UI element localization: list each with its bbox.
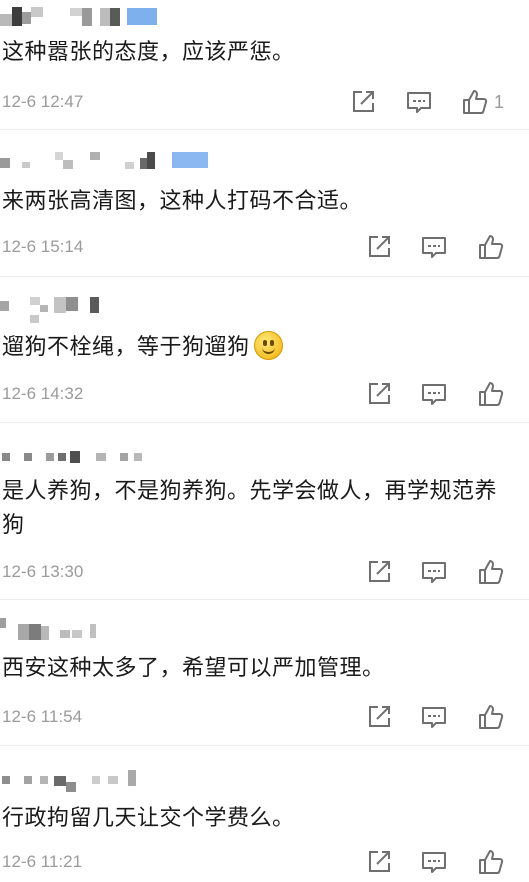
thumbs-up-icon xyxy=(479,850,504,874)
thumbs-up-icon xyxy=(479,560,504,584)
comment-icon xyxy=(422,237,446,258)
share-icon xyxy=(353,91,374,112)
share-icon xyxy=(369,851,390,872)
share-icon xyxy=(369,236,390,257)
like-button[interactable] xyxy=(477,558,505,586)
comment-time: 12-6 12:47 xyxy=(2,92,84,111)
share-icon xyxy=(369,561,390,582)
share-button[interactable] xyxy=(365,380,393,408)
thumbs-up-icon xyxy=(479,235,504,259)
blurred-username[interactable] xyxy=(0,618,300,650)
comment-button[interactable] xyxy=(420,380,448,408)
thumbs-up-icon xyxy=(479,705,504,729)
comment-icon xyxy=(422,384,446,405)
comment-icon xyxy=(422,562,446,583)
comment-time: 12-6 11:21 xyxy=(2,852,83,871)
comment-item: 是人养狗，不是狗养狗。先学会做人，再学规范养狗 12-6 13:30 xyxy=(0,422,529,599)
share-icon xyxy=(369,706,390,727)
comment-text: 西安这种太多了，希望可以严加管理。 xyxy=(2,656,385,681)
comment-meta: 12-6 13:30 xyxy=(0,556,529,588)
comment-icon xyxy=(422,852,446,873)
comment-meta: 12-6 11:54 xyxy=(0,701,529,733)
comment-time: 12-6 15:14 xyxy=(2,237,84,256)
comment-text: 遛狗不栓绳，等于狗遛狗 xyxy=(2,330,517,365)
comment-time: 12-6 14:32 xyxy=(2,384,84,403)
blurred-username[interactable] xyxy=(0,297,300,329)
comment-text: 是人养狗，不是狗养狗。先学会做人，再学规范养狗 xyxy=(2,479,498,538)
share-button[interactable] xyxy=(365,558,393,586)
comment-item: 来两张高清图，这种人打码不合适。 12-6 15:14 xyxy=(0,129,529,276)
comment-meta: 12-6 11:21 xyxy=(0,846,529,878)
comment-text-body: 遛狗不栓绳，等于狗遛狗 xyxy=(2,335,250,360)
comment-text: 行政拘留几天让交个学费么。 xyxy=(2,806,295,831)
like-button[interactable] xyxy=(477,233,505,261)
comment-time: 12-6 13:30 xyxy=(2,562,84,581)
comment-time: 12-6 11:54 xyxy=(2,707,83,726)
comment-button[interactable] xyxy=(420,703,448,731)
comment-button[interactable] xyxy=(420,848,448,876)
blurred-username[interactable] xyxy=(0,770,300,802)
comment-meta: 12-6 15:14 xyxy=(0,231,529,263)
like-count: 1 xyxy=(494,92,505,112)
user-badge xyxy=(127,8,157,25)
thumbs-up-icon xyxy=(479,382,504,406)
comment-button[interactable] xyxy=(420,558,448,586)
comment-text: 来两张高清图，这种人打码不合适。 xyxy=(2,189,363,214)
thumbs-up-icon xyxy=(463,90,488,114)
share-button[interactable] xyxy=(365,848,393,876)
share-button[interactable] xyxy=(349,88,377,116)
comment-item: 这种嚣张的态度，应该严惩。 12-6 12:47 1 xyxy=(0,0,529,128)
comment-button[interactable] xyxy=(420,233,448,261)
share-button[interactable] xyxy=(365,233,393,261)
comment-icon xyxy=(407,92,431,113)
share-icon xyxy=(369,383,390,404)
comment-item: 遛狗不栓绳，等于狗遛狗 12-6 14:32 xyxy=(0,276,529,422)
like-button[interactable] xyxy=(477,703,505,731)
comment-text: 这种嚣张的态度，应该严惩。 xyxy=(2,40,295,65)
like-button[interactable] xyxy=(477,848,505,876)
blurred-username[interactable] xyxy=(0,0,300,32)
comment-button[interactable] xyxy=(405,88,433,116)
blurred-username[interactable] xyxy=(0,152,300,184)
smile-emoji-icon xyxy=(253,330,283,360)
user-badge xyxy=(172,152,208,168)
like-button[interactable] xyxy=(477,380,505,408)
like-button[interactable] xyxy=(461,88,489,116)
comment-meta: 12-6 14:32 xyxy=(0,378,529,410)
comment-item: 行政拘留几天让交个学费么。 12-6 11:21 xyxy=(0,745,529,882)
comment-icon xyxy=(422,707,446,728)
share-button[interactable] xyxy=(365,703,393,731)
comment-item: 西安这种太多了，希望可以严加管理。 12-6 11:54 xyxy=(0,599,529,745)
comment-meta: 12-6 12:47 1 xyxy=(0,86,529,118)
